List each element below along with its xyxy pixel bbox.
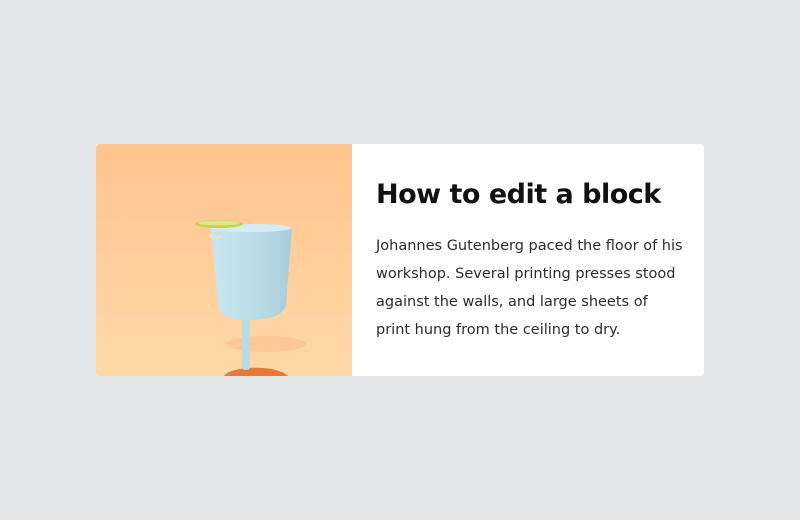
glass-bowl [211,228,292,320]
block-content: How to edit a block Johannes Gutenberg p… [352,144,704,376]
glass-shadow [226,336,306,352]
media-text-block: How to edit a block Johannes Gutenberg p… [96,144,704,376]
glass-stem [242,318,250,370]
cocktail-glass-illustration [96,144,352,376]
cocktail-image [96,144,352,376]
block-body-text: Johannes Gutenberg paced the floor of hi… [376,238,683,338]
block-title: How to edit a block [376,179,661,210]
lime-slice-flesh [198,220,240,226]
